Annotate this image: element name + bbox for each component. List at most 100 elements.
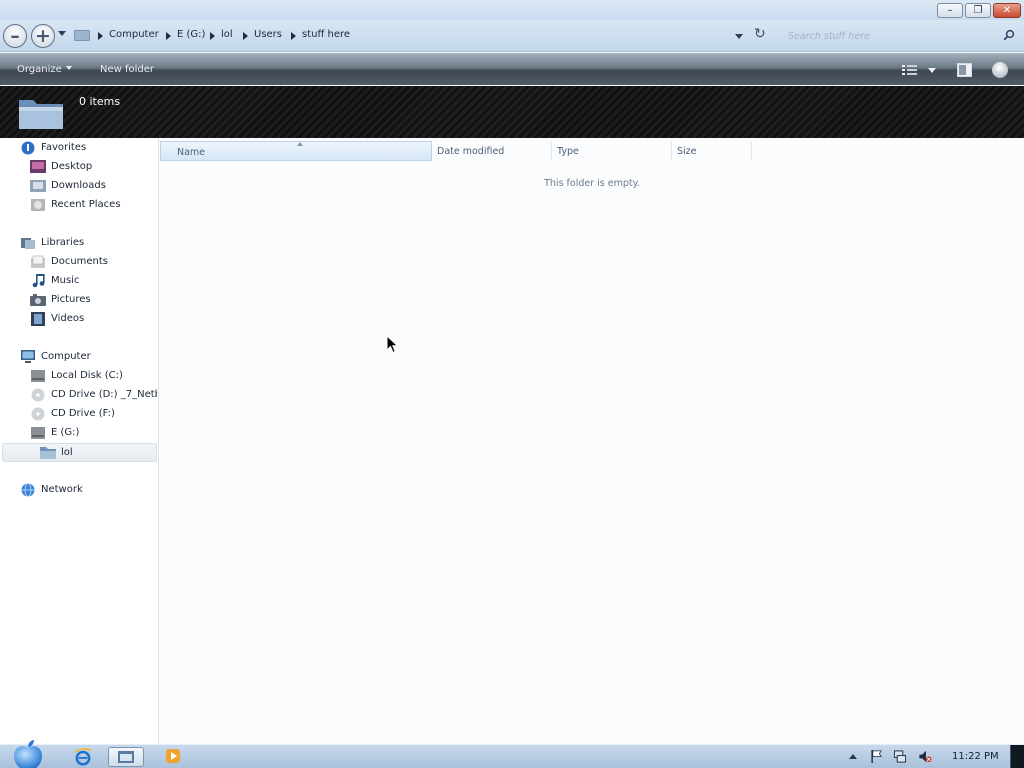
nav-label: Pictures [51,294,91,305]
back-arrow-icon: – [10,25,20,47]
cd-drive-icon [31,407,45,421]
breadcrumb-separator-icon[interactable] [98,32,103,40]
nav-item-desktop[interactable]: Desktop [30,158,157,177]
folder-icon [40,447,56,459]
column-label: Date modified [437,146,505,157]
desktop-icon [30,160,46,173]
column-label: Size [677,146,697,157]
nav-item-local-disk-c[interactable]: Local Disk (C:) [30,367,157,386]
minimize-button[interactable]: – [937,3,963,18]
search-box [782,25,1020,47]
nav-favorites[interactable]: Favorites [20,139,157,158]
close-button[interactable]: ✕ [993,3,1021,18]
nav-item-pictures[interactable]: Pictures [30,291,157,310]
nav-item-recent-places[interactable]: Recent Places [30,196,157,215]
nav-item-cd-drive-f[interactable]: CD Drive (F:) [30,405,157,424]
change-view-icon[interactable] [902,64,918,76]
help-icon[interactable] [992,62,1008,78]
folder-icon [74,30,90,41]
nav-label: E (G:) [51,427,80,438]
column-header-size[interactable]: Size [672,141,752,161]
folder-icon [19,100,63,129]
column-header-name[interactable]: Name [160,141,432,161]
nav-item-cd-drive-d[interactable]: CD Drive (D:) _7_Netbo [30,386,157,405]
nav-libraries[interactable]: Libraries [20,234,157,253]
nav-label: Computer [41,351,91,362]
chevron-down-icon [65,66,72,70]
nav-label: Libraries [41,237,85,248]
close-icon: ✕ [1002,5,1012,16]
breadcrumb-item-users[interactable]: Users [254,29,282,40]
pictures-camera-icon [30,294,46,306]
minimize-icon: – [947,5,953,16]
breadcrumb-item-e-drive[interactable]: E (G:) [177,29,205,40]
search-input[interactable] [782,25,1020,47]
nav-item-videos[interactable]: Videos [30,310,157,329]
address-history-chevron-down-icon[interactable] [735,34,743,39]
nav-item-lol-folder[interactable]: lol [2,443,157,462]
title-bar: – ❐ ✕ [0,0,1024,20]
nav-label: Recent Places [51,199,121,210]
nav-item-e-drive[interactable]: E (G:) [30,424,157,443]
hard-drive-icon [31,370,45,382]
nav-network[interactable]: Network [20,481,157,500]
address-bar: – + Computer E (G:) lol Users stuff here… [0,20,1024,52]
column-header-type[interactable]: Type [552,141,672,161]
volume-muted-icon[interactable] [918,750,932,763]
breadcrumb-item-stuff-here[interactable]: stuff here [302,29,350,40]
nav-label: Local Disk (C:) [51,370,123,381]
nav-label: Network [41,484,83,495]
file-list: Name Date modified Type Size This folder… [160,138,1024,744]
column-label: Name [177,147,206,158]
hard-drive-icon [31,427,45,439]
media-player-icon[interactable] [165,748,181,764]
sort-ascending-icon [297,142,303,146]
show-hidden-icons-chevron-up-icon[interactable] [849,754,857,759]
search-icon[interactable] [1003,29,1015,41]
nav-item-documents[interactable]: Documents [30,253,157,272]
back-button[interactable]: – [3,24,27,48]
nav-computer[interactable]: Computer [20,348,157,367]
nav-label: Downloads [51,180,106,191]
music-note-icon [32,274,45,288]
breadcrumb-separator-icon[interactable] [210,32,215,40]
start-button-apple-icon[interactable] [8,739,48,768]
network-status-icon[interactable] [893,750,907,763]
views-chevron-down-icon[interactable] [928,68,936,73]
breadcrumb-separator-icon[interactable] [291,32,296,40]
breadcrumb[interactable]: Computer E (G:) lol Users stuff here [72,25,762,47]
forward-button[interactable]: + [31,24,55,48]
taskbar-explorer-button[interactable] [108,747,144,767]
recent-pages-chevron-down-icon[interactable] [58,31,66,36]
nav-label: Music [51,275,80,286]
item-count: 0 items [79,95,121,108]
breadcrumb-separator-icon[interactable] [243,32,248,40]
breadcrumb-item-computer[interactable]: Computer [109,29,159,40]
column-header-date-modified[interactable]: Date modified [432,141,552,161]
internet-explorer-icon[interactable] [74,748,92,766]
details-header: 0 items [0,86,1024,138]
favorites-star-icon [21,141,35,155]
column-label: Type [557,146,579,157]
preview-pane-icon[interactable] [957,63,972,77]
nav-label: lol [61,447,73,458]
recent-places-icon [31,199,45,211]
organize-menu-button[interactable]: Organize [17,64,72,75]
nav-item-downloads[interactable]: Downloads [30,177,157,196]
nav-label: Documents [51,256,109,267]
explorer-window-icon [118,751,134,763]
action-center-flag-icon[interactable] [870,750,884,763]
system-clock[interactable]: 11:22 PM [952,751,999,762]
libraries-icon [21,238,35,249]
nav-item-music[interactable]: Music [30,272,157,291]
nav-label: Videos [51,313,85,324]
breadcrumb-separator-icon[interactable] [166,32,171,40]
cd-drive-icon [31,388,45,402]
show-desktop-button[interactable] [1010,745,1024,768]
nav-label: CD Drive (F:) [51,408,115,419]
nav-label: CD Drive (D:) _7_Netbo [51,389,157,400]
restore-button[interactable]: ❐ [965,3,991,18]
breadcrumb-item-lol[interactable]: lol [221,29,233,40]
new-folder-button[interactable]: New folder [100,64,154,75]
refresh-icon[interactable]: ↻ [754,27,766,41]
